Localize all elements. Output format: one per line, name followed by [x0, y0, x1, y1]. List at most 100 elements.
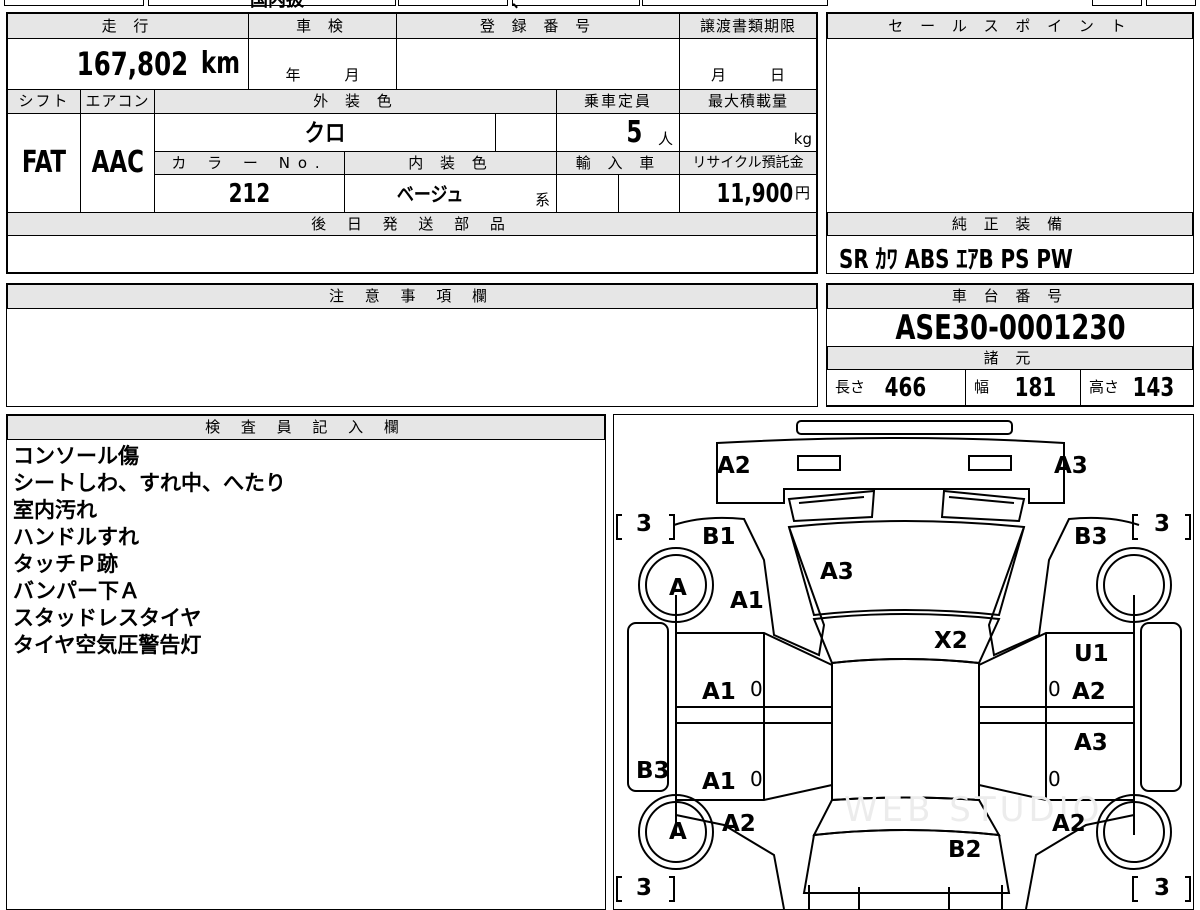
inspection-year-unit: 年 — [285, 66, 301, 84]
equipment-text: SR ｶﾜ ABS ｴｱB PS PW — [839, 245, 1073, 275]
chassis-header: 車 台 番 号 — [827, 284, 1193, 309]
label-left-wheel-rear: A — [669, 819, 687, 845]
ac-value: AAC — [91, 145, 144, 180]
later-parts-cell — [7, 235, 817, 273]
capacity-unit: 人 — [657, 130, 673, 148]
label-right-front-door-top: U1 — [1074, 641, 1109, 667]
zero-mark: 0 — [1048, 677, 1061, 701]
shift-header: シフト — [7, 89, 81, 114]
equipment-header: 純 正 装 備 — [827, 212, 1193, 236]
recycle-header: リサイクル預託金 — [679, 151, 817, 175]
label-left-front-fender-low: A1 — [730, 588, 764, 614]
mileage-header: 走 行 — [7, 13, 249, 39]
max-load-header: 最大積載量 — [679, 89, 817, 114]
mileage-unit: km — [200, 46, 240, 81]
inspector-header: 検 査 員 記 入 欄 — [7, 415, 605, 440]
tire-count-front-right: 3 — [1154, 511, 1171, 537]
inspection-cell: 年 月 — [248, 38, 397, 90]
mileage-value: 167,802 — [76, 45, 188, 83]
transfer-header: 譲渡書類期限 — [679, 13, 817, 39]
max-load-unit: kg — [793, 130, 812, 148]
capacity-cell: 5 人 — [556, 113, 680, 152]
shift-cell: FAT — [7, 113, 81, 213]
width-cell: 幅 181 — [965, 369, 1081, 406]
inspector-line: シートしわ、すれ中、へたり — [13, 471, 286, 495]
max-load-cell: kg — [679, 113, 817, 152]
label-front-right-fender: B3 — [1074, 524, 1108, 550]
exterior-color-value: クロ — [304, 118, 346, 147]
color-no-cell: 212 — [154, 174, 345, 213]
sales-point-box: セ ー ル ス ポ イ ン ト 純 正 装 備 SR ｶﾜ ABS ｴｱB PS… — [826, 12, 1194, 275]
later-parts-header: 後 日 発 送 部 品 — [7, 212, 817, 236]
top-left-text: 国内扱 — [250, 0, 304, 11]
import-cell-a — [556, 174, 619, 213]
interior-color-value: ベージュ — [397, 181, 464, 206]
height-label: 高さ — [1089, 378, 1120, 396]
specs-header: 諸 元 — [827, 346, 1193, 370]
zero-mark: 0 — [750, 677, 763, 701]
label-right-front-door: A2 — [1072, 679, 1106, 705]
tire-count-rear-right: 3 — [1154, 875, 1171, 901]
capacity-header: 乗車定員 — [556, 89, 680, 114]
color-no-header: カ ラ ー No. — [154, 151, 345, 175]
exterior-color-cell: クロ — [154, 113, 496, 152]
inspector-line: コンソール傷 — [13, 444, 139, 468]
top-strip: 国内扱 、 — [0, 0, 1200, 11]
zero-mark: 0 — [1048, 767, 1061, 791]
label-right-rear-fender: A2 — [1052, 811, 1086, 837]
chassis-number: ASE30-0001230 — [894, 307, 1126, 348]
registration-cell — [396, 38, 680, 90]
inspector-line: ハンドルすれ — [13, 525, 139, 549]
recycle-cell: 11,900 円 — [679, 174, 817, 213]
label-front-left-corner: A2 — [717, 453, 751, 479]
chassis-number-cell: ASE30-0001230 — [827, 308, 1193, 347]
label-front-left-fender: B1 — [702, 524, 736, 550]
exterior-header: 外 装 色 — [154, 89, 557, 114]
transfer-day-unit: 日 — [770, 66, 786, 84]
inspector-line: タイヤ空気圧警告灯 — [13, 633, 202, 657]
shift-value: FAT — [21, 145, 67, 180]
zero-mark: 0 — [750, 767, 763, 791]
capacity-value: 5 — [626, 114, 643, 150]
inspector-lines: コンソール傷 シートしわ、すれ中、へたり 室内汚れ ハンドルすれ タッチＰ跡 バ… — [13, 443, 593, 659]
tire-count-front-left: 3 — [636, 511, 653, 537]
inspector-line: スタッドレスタイヤ — [13, 606, 202, 630]
recycle-unit: 円 — [794, 184, 810, 202]
ac-cell: AAC — [80, 113, 155, 213]
import-header: 輸 入 車 — [556, 151, 680, 175]
interior-header: 内 装 色 — [344, 151, 557, 175]
height-cell: 高さ 143 — [1080, 369, 1193, 406]
recycle-value: 11,900 — [716, 178, 793, 209]
length-value: 466 — [884, 372, 927, 403]
length-cell: 長さ 466 — [827, 369, 966, 406]
inspector-box: 検 査 員 記 入 欄 コンソール傷 シートしわ、すれ中、へたり 室内汚れ ハン… — [6, 414, 606, 910]
notes-header: 注 意 事 項 欄 — [7, 284, 817, 309]
inspector-line: タッチＰ跡 — [13, 552, 118, 576]
label-roof-area: X2 — [934, 628, 968, 654]
inspection-month-unit: 月 — [344, 66, 360, 84]
label-left-rear-door: A1 — [702, 769, 736, 795]
interior-cell: ベージュ 系 — [344, 174, 557, 213]
height-value: 143 — [1132, 372, 1175, 403]
sales-point-header: セ ー ル ス ポ イ ン ト — [827, 13, 1193, 39]
transfer-cell: 月 日 — [679, 38, 817, 90]
label-front-right-corner: A3 — [1054, 453, 1088, 479]
exterior-extra-cell — [495, 113, 557, 152]
inspector-line: バンパー下Ａ — [13, 579, 141, 603]
label-trunk: B2 — [948, 837, 982, 863]
vehicle-info-table: 走 行 車 検 登 録 番 号 譲渡書類期限 167,802 km 年 月 月 … — [6, 12, 818, 274]
transfer-month-unit: 月 — [710, 66, 726, 84]
notes-box: 注 意 事 項 欄 — [6, 283, 818, 407]
label-right-rear-door: A3 — [1074, 730, 1108, 756]
length-label: 長さ — [835, 378, 866, 396]
color-no-value: 212 — [228, 178, 271, 209]
mileage-cell: 167,802 km — [7, 38, 249, 90]
chassis-box: 車 台 番 号 ASE30-0001230 諸 元 長さ 466 幅 181 高… — [826, 283, 1194, 407]
width-label: 幅 — [974, 378, 990, 396]
label-left-rear-quarter: B3 — [636, 758, 670, 784]
width-value: 181 — [1014, 372, 1057, 403]
label-windshield-hood: A3 — [820, 559, 854, 585]
label-left-rear-fender: A2 — [722, 811, 756, 837]
ac-header: エアコン — [80, 89, 155, 114]
import-cell-b — [618, 174, 680, 213]
